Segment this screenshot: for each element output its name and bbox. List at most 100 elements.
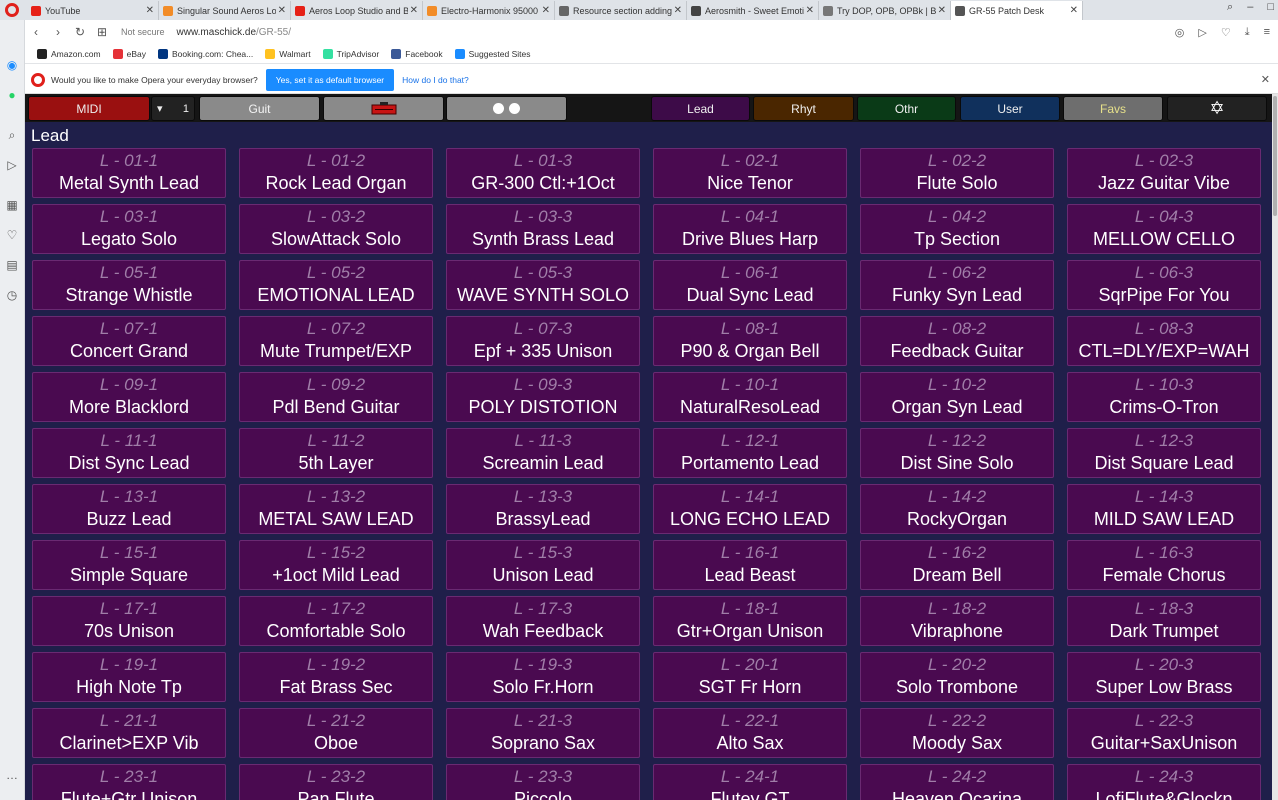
tabs-grid-icon[interactable]: ⊞: [91, 25, 113, 39]
patch-button[interactable]: L - 16-3 Female Chorus: [1067, 540, 1261, 590]
patch-button[interactable]: L - 24-1 Flutey GT: [653, 764, 847, 800]
patch-button[interactable]: L - 14-1 LONG ECHO LEAD: [653, 484, 847, 534]
heart-icon[interactable]: ♡: [5, 228, 19, 242]
more-icon[interactable]: …: [5, 768, 19, 782]
patch-button[interactable]: L - 24-3 LofiFlute&Glockn: [1067, 764, 1261, 800]
patch-button[interactable]: L - 03-1 Legato Solo: [32, 204, 226, 254]
amp-button[interactable]: [323, 96, 444, 121]
snapshot-icon[interactable]: ◎: [1175, 26, 1185, 39]
how-do-i-link[interactable]: How do I do that?: [402, 75, 469, 85]
patch-button[interactable]: L - 05-1 Strange Whistle: [32, 260, 226, 310]
patch-button[interactable]: L - 18-3 Dark Trumpet: [1067, 596, 1261, 646]
download-icon[interactable]: ⤓: [1245, 26, 1250, 39]
patch-button[interactable]: L - 19-2 Fat Brass Sec: [239, 652, 433, 702]
patch-button[interactable]: L - 02-3 Jazz Guitar Vibe: [1067, 148, 1261, 198]
patch-button[interactable]: L - 15-2 +1oct Mild Lead: [239, 540, 433, 590]
patch-button[interactable]: L - 12-2 Dist Sine Solo: [860, 428, 1054, 478]
patch-button[interactable]: L - 10-3 Crims-O-Tron: [1067, 372, 1261, 422]
lead-category-button[interactable]: Lead: [651, 96, 750, 121]
patch-button[interactable]: L - 14-3 MILD SAW LEAD: [1067, 484, 1261, 534]
search-icon[interactable]: ⌕: [5, 128, 19, 142]
patch-button[interactable]: L - 19-3 Solo Fr.Horn: [446, 652, 640, 702]
favorites-button[interactable]: Favs: [1063, 96, 1163, 121]
patch-button[interactable]: L - 15-3 Unison Lead: [446, 540, 640, 590]
patch-button[interactable]: L - 24-2 Heaven Ocarina: [860, 764, 1054, 800]
patch-button[interactable]: L - 07-2 Mute Trumpet/EXP: [239, 316, 433, 366]
scrollbar-thumb[interactable]: [1273, 96, 1277, 216]
tab-close-icon[interactable]: ✕: [146, 5, 154, 16]
opera-logo-icon[interactable]: [5, 3, 19, 17]
settings-button[interactable]: ✡: [1167, 96, 1267, 121]
patch-button[interactable]: L - 06-3 SqrPipe For You: [1067, 260, 1261, 310]
patch-button[interactable]: L - 01-1 Metal Synth Lead: [32, 148, 226, 198]
patch-button[interactable]: L - 18-2 Vibraphone: [860, 596, 1054, 646]
patch-button[interactable]: L - 17-2 Comfortable Solo: [239, 596, 433, 646]
page-scrollbar[interactable]: [1272, 94, 1278, 800]
reload-icon[interactable]: ↻: [69, 25, 91, 39]
patch-button[interactable]: L - 04-1 Drive Blues Harp: [653, 204, 847, 254]
menu-icon[interactable]: ≡: [1264, 26, 1270, 39]
patch-button[interactable]: L - 20-2 Solo Trombone: [860, 652, 1054, 702]
patch-button[interactable]: L - 05-3 WAVE SYNTH SOLO: [446, 260, 640, 310]
bookmark-item[interactable]: Amazon.com: [37, 48, 101, 59]
patch-button[interactable]: L - 21-1 Clarinet>EXP Vib: [32, 708, 226, 758]
news-icon[interactable]: ▤: [5, 258, 19, 272]
patch-button[interactable]: L - 10-2 Organ Syn Lead: [860, 372, 1054, 422]
messenger-icon[interactable]: ◉: [5, 58, 19, 72]
patch-button[interactable]: L - 15-1 Simple Square: [32, 540, 226, 590]
bookmark-heart-icon[interactable]: ♡: [1221, 26, 1231, 39]
patch-button[interactable]: L - 05-2 EMOTIONAL LEAD: [239, 260, 433, 310]
patch-button[interactable]: L - 09-3 POLY DISTOTION: [446, 372, 640, 422]
patch-button[interactable]: L - 21-2 Oboe: [239, 708, 433, 758]
browser-tab[interactable]: YouTube ✕: [27, 1, 159, 20]
patch-button[interactable]: L - 23-1 Flute+Gtr Unison: [32, 764, 226, 800]
patch-button[interactable]: L - 01-2 Rock Lead Organ: [239, 148, 433, 198]
patch-button[interactable]: L - 17-1 70s Unison: [32, 596, 226, 646]
tab-close-icon[interactable]: ✕: [806, 5, 814, 16]
speed-dial-icon[interactable]: ▦: [5, 198, 19, 212]
patch-button[interactable]: L - 04-3 MELLOW CELLO: [1067, 204, 1261, 254]
patch-button[interactable]: L - 22-2 Moody Sax: [860, 708, 1054, 758]
patch-button[interactable]: L - 07-3 Epf + 335 Unison: [446, 316, 640, 366]
set-default-browser-button[interactable]: Yes, set it as default browser: [265, 68, 395, 91]
patch-button[interactable]: L - 06-1 Dual Sync Lead: [653, 260, 847, 310]
patch-button[interactable]: L - 23-3 Piccolo: [446, 764, 640, 800]
rhythm-category-button[interactable]: Rhyt: [753, 96, 854, 121]
patch-button[interactable]: L - 13-2 METAL SAW LEAD: [239, 484, 433, 534]
patch-button[interactable]: L - 21-3 Soprano Sax: [446, 708, 640, 758]
bookmark-item[interactable]: Walmart: [265, 48, 311, 59]
patch-button[interactable]: L - 06-2 Funky Syn Lead: [860, 260, 1054, 310]
patch-button[interactable]: L - 20-1 SGT Fr Horn: [653, 652, 847, 702]
tab-close-icon[interactable]: ✕: [410, 5, 418, 16]
browser-tab[interactable]: Resource section adding su✕: [555, 1, 687, 20]
patch-button[interactable]: L - 08-2 Feedback Guitar: [860, 316, 1054, 366]
patch-button[interactable]: L - 22-1 Alto Sax: [653, 708, 847, 758]
bookmark-item[interactable]: TripAdvisor: [322, 48, 379, 59]
patch-button[interactable]: L - 03-2 SlowAttack Solo: [239, 204, 433, 254]
tab-close-icon[interactable]: ✕: [938, 5, 946, 16]
tab-close-icon[interactable]: ✕: [674, 5, 682, 16]
patch-button[interactable]: L - 07-1 Concert Grand: [32, 316, 226, 366]
patch-button[interactable]: L - 17-3 Wah Feedback: [446, 596, 640, 646]
patch-button[interactable]: L - 12-3 Dist Square Lead: [1067, 428, 1261, 478]
browser-tab[interactable]: Singular Sound Aeros Loop✕: [159, 1, 291, 20]
browser-tab[interactable]: Aeros Loop Studio and Be ✕: [291, 1, 423, 20]
guit-button[interactable]: Guit: [199, 96, 320, 121]
patch-button[interactable]: L - 13-1 Buzz Lead: [32, 484, 226, 534]
bookmark-item[interactable]: Booking.com: Chea...: [157, 48, 253, 59]
close-icon[interactable]: ✕: [1261, 73, 1270, 86]
patch-button[interactable]: L - 02-2 Flute Solo: [860, 148, 1054, 198]
tab-close-icon[interactable]: ✕: [1070, 5, 1078, 16]
patch-button[interactable]: L - 19-1 High Note Tp: [32, 652, 226, 702]
patch-button[interactable]: L - 02-1 Nice Tenor: [653, 148, 847, 198]
patch-button[interactable]: L - 16-1 Lead Beast: [653, 540, 847, 590]
patch-button[interactable]: L - 08-3 CTL=DLY/EXP=WAH: [1067, 316, 1261, 366]
patch-button[interactable]: L - 03-3 Synth Brass Lead: [446, 204, 640, 254]
tab-close-icon[interactable]: ✕: [542, 5, 550, 16]
dual-view-button[interactable]: [446, 96, 567, 121]
history-icon[interactable]: ◷: [5, 288, 19, 302]
minimize-icon[interactable]: –: [1247, 1, 1253, 14]
bookmark-item[interactable]: Facebook: [391, 48, 443, 59]
browser-tab[interactable]: Try DOP, OPB, OPBk | Beat✕: [819, 1, 951, 20]
patch-button[interactable]: L - 14-2 RockyOrgan: [860, 484, 1054, 534]
